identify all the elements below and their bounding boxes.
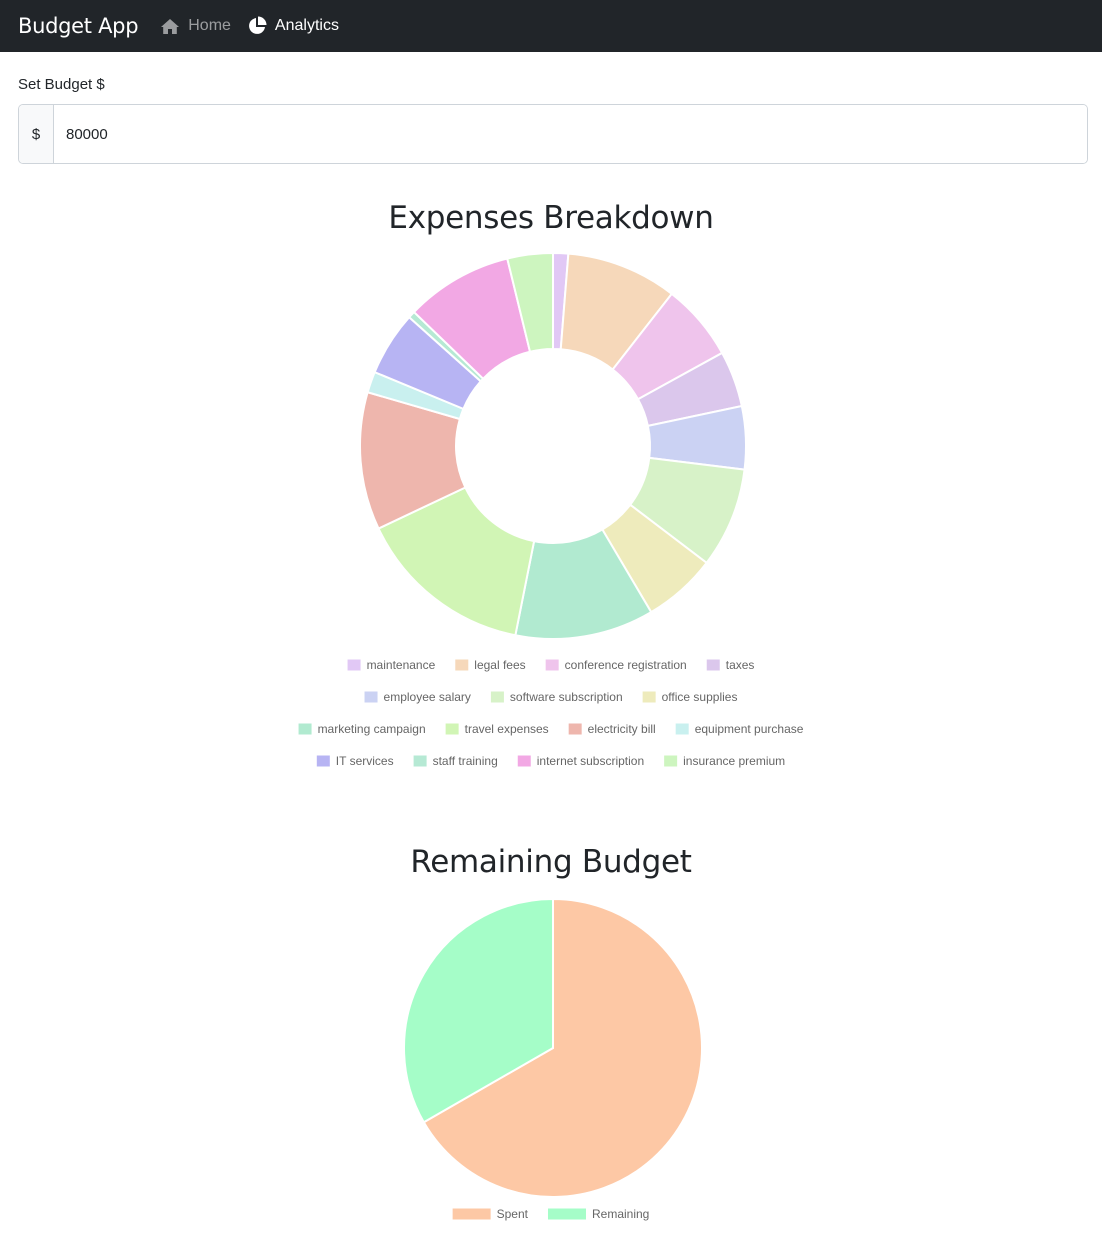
legend-item-insurance-premium[interactable]: insurance premium bbox=[664, 754, 785, 768]
budget-form: Set Budget $ $ bbox=[0, 76, 1102, 164]
nav-home-label: Home bbox=[188, 17, 231, 34]
legend-item-staff-training[interactable]: staff training bbox=[413, 754, 498, 768]
legend-item-internet-subscription[interactable]: internet subscription bbox=[517, 754, 644, 768]
remaining-legend: Spent Remaining bbox=[452, 1207, 649, 1221]
legend-item-remaining[interactable]: Remaining bbox=[547, 1207, 649, 1221]
expenses-legend: maintenance legal fees conference registra… bbox=[298, 658, 804, 768]
legend-item-it-services[interactable]: IT services bbox=[316, 754, 394, 768]
legend-swatch bbox=[642, 691, 656, 703]
legend-item-electricity-bill[interactable]: electricity bill bbox=[568, 722, 656, 736]
expenses-chart-title: Expenses Breakdown bbox=[388, 200, 714, 236]
legend-swatch bbox=[347, 659, 361, 671]
legend-label: legal fees bbox=[474, 658, 525, 672]
legend-label: internet subscription bbox=[537, 754, 644, 768]
legend-label: equipment purchase bbox=[695, 722, 804, 736]
legend-item-maintenance[interactable]: maintenance bbox=[347, 658, 436, 672]
legend-label: staff training bbox=[433, 754, 498, 768]
legend-swatch bbox=[568, 723, 582, 735]
legend-label: marketing campaign bbox=[318, 722, 426, 736]
legend-label: taxes bbox=[726, 658, 755, 672]
legend-label: employee salary bbox=[384, 690, 471, 704]
legend-label: maintenance bbox=[367, 658, 436, 672]
home-icon bbox=[161, 18, 180, 34]
legend-item-office-supplies[interactable]: office supplies bbox=[642, 690, 738, 704]
budget-input-group: $ bbox=[18, 104, 1088, 164]
legend-swatch bbox=[445, 723, 459, 735]
expenses-doughnut-chart bbox=[359, 251, 747, 640]
legend-label: Remaining bbox=[592, 1207, 649, 1221]
legend-swatch bbox=[545, 659, 559, 671]
currency-prefix: $ bbox=[19, 105, 54, 163]
legend-swatch bbox=[664, 755, 678, 767]
legend-swatch bbox=[547, 1208, 586, 1220]
legend-label: office supplies bbox=[662, 690, 738, 704]
legend-item-travel-expenses[interactable]: travel expenses bbox=[445, 722, 549, 736]
legend-item-conference-registration[interactable]: conference registration bbox=[545, 658, 687, 672]
legend-swatch bbox=[413, 755, 427, 767]
legend-item-spent[interactable]: Spent bbox=[452, 1207, 529, 1221]
nav-analytics-link[interactable]: Analytics bbox=[247, 16, 339, 36]
legend-label: software subscription bbox=[510, 690, 623, 704]
legend-item-software-subscription[interactable]: software subscription bbox=[490, 690, 623, 704]
legend-item-marketing-campaign[interactable]: marketing campaign bbox=[298, 722, 426, 736]
legend-swatch bbox=[298, 723, 312, 735]
legend-label: electricity bill bbox=[588, 722, 656, 736]
legend-swatch bbox=[675, 723, 689, 735]
legend-swatch bbox=[455, 659, 469, 671]
charts-canvas: maintenance legal fees conference registra… bbox=[298, 251, 804, 1221]
nav-home-link[interactable]: Home bbox=[160, 17, 231, 35]
set-budget-label: Set Budget $ bbox=[18, 76, 105, 93]
remaining-chart-title: Remaining Budget bbox=[410, 844, 692, 880]
legend-item-equipment-purchase[interactable]: equipment purchase bbox=[675, 722, 804, 736]
legend-swatch bbox=[316, 755, 330, 767]
legend-item-employee-salary[interactable]: employee salary bbox=[364, 690, 471, 704]
legend-label: Spent bbox=[497, 1207, 529, 1221]
legend-label: travel expenses bbox=[465, 722, 549, 736]
legend-swatch bbox=[452, 1208, 491, 1220]
legend-label: insurance premium bbox=[683, 754, 785, 768]
budget-input[interactable] bbox=[54, 105, 1087, 163]
legend-item-taxes[interactable]: taxes bbox=[706, 658, 755, 672]
navbar: Budget App Home Analytics bbox=[0, 0, 1102, 52]
legend-label: conference registration bbox=[565, 658, 687, 672]
legend-swatch bbox=[364, 691, 378, 703]
legend-swatch bbox=[517, 755, 531, 767]
legend-label: IT services bbox=[336, 754, 394, 768]
app-brand[interactable]: Budget App bbox=[18, 14, 139, 38]
legend-swatch bbox=[490, 691, 504, 703]
legend-swatch bbox=[706, 659, 720, 671]
nav-analytics-label: Analytics bbox=[274, 17, 339, 34]
legend-item-legal-fees[interactable]: legal fees bbox=[455, 658, 526, 672]
pie-chart-icon bbox=[248, 16, 267, 34]
remaining-pie-chart bbox=[403, 897, 703, 1198]
